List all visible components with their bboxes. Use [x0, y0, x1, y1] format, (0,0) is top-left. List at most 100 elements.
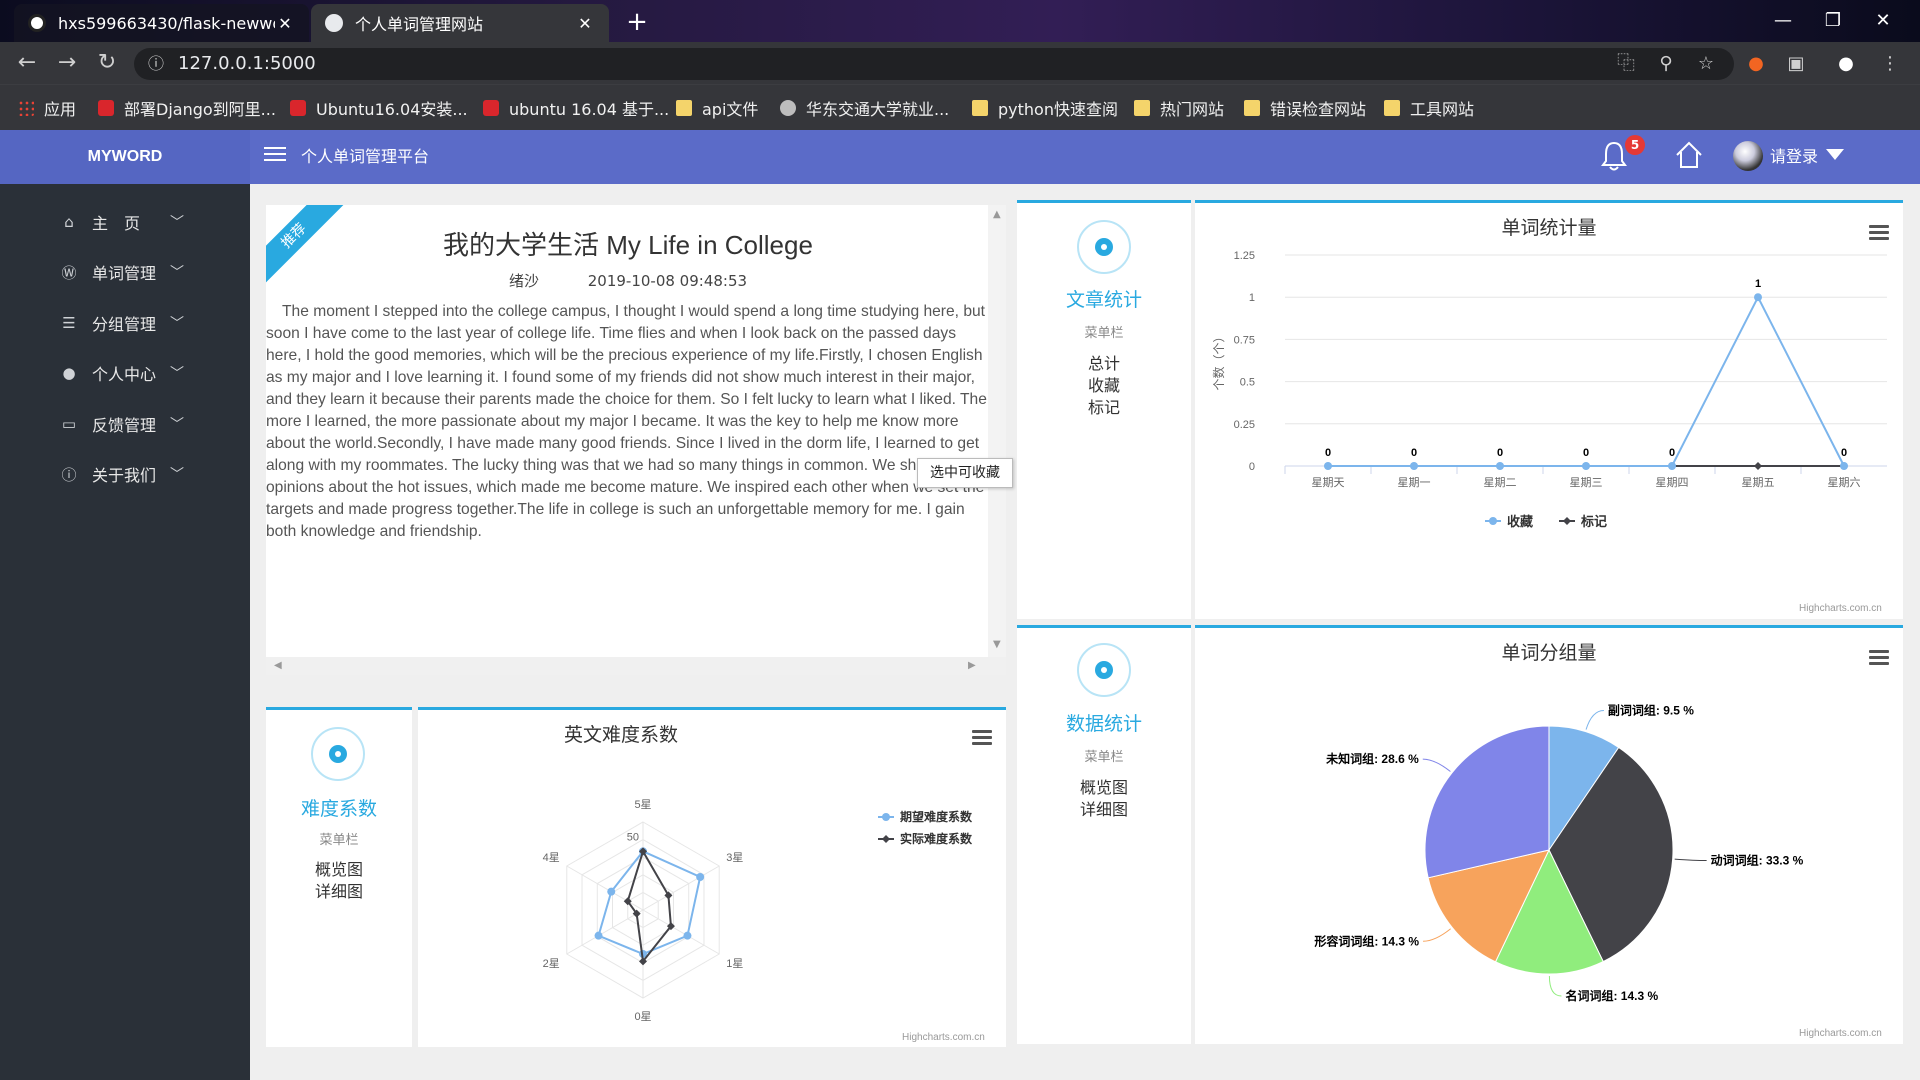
legend-symbol — [1489, 517, 1497, 525]
address-bar[interactable] — [134, 48, 1734, 80]
chevron-down-icon: ﹀ — [170, 265, 184, 281]
minimize-icon[interactable]: — — [1760, 6, 1806, 36]
home-icon[interactable] — [1673, 139, 1705, 171]
sidebar-item-words[interactable]: Ⓦ 单词管理 ﹀ — [0, 252, 250, 292]
link-total[interactable]: 总计 — [1017, 350, 1191, 374]
back-icon[interactable]: ← — [12, 48, 42, 78]
line-chart-card: 单词统计量 0 0.25 0.5 0.75 1 1.25 个数（个） 星期天 星期一 星期二 星期三… — [1195, 200, 1903, 619]
zoom-icon[interactable]: ⚲ — [1652, 50, 1680, 78]
bookmark-folder[interactable]: api文件 — [676, 85, 758, 131]
close-window-icon[interactable]: ✕ — [1860, 6, 1906, 36]
data-point — [1496, 462, 1504, 470]
close-tab-icon[interactable]: ✕ — [575, 14, 595, 33]
radial-tick-label: 50 — [627, 832, 639, 844]
extension-icon[interactable]: ● — [1742, 50, 1770, 78]
chart-credits[interactable]: Highcharts.com.cn — [1799, 1028, 1882, 1039]
bookmark-label: ubuntu 16.04 基于... — [509, 100, 670, 119]
reload-icon[interactable]: ↻ — [92, 48, 122, 78]
pie-label: 名词词组: 14.3 % — [1565, 988, 1658, 1003]
avatar[interactable] — [1733, 141, 1763, 171]
pie-chart: 副词词组: 9.5 % 动词词组: 33.3 % 名词词组: 14.3 % 形容词词组… — [1314, 702, 1803, 1003]
article-body[interactable]: The moment I stepped into the college ca… — [266, 301, 988, 543]
link-detail[interactable]: 详细图 — [1017, 796, 1191, 820]
bookmark-item[interactable]: 部署Django到阿里... — [98, 85, 276, 131]
scroll-right-icon[interactable]: ▶ — [968, 660, 976, 671]
x-tick-label: 星期五 — [1742, 476, 1775, 489]
radar-chart: 5星 3星 1星 0星 2星 4星 50 期望难度系数实际难度系数 — [543, 798, 973, 1023]
word-icon: Ⓦ — [61, 263, 77, 282]
restore-icon[interactable]: ❐ — [1810, 6, 1856, 36]
bookmark-folder[interactable]: 错误检查网站 — [1244, 85, 1366, 131]
extension-icon-2[interactable]: ▣ — [1782, 50, 1810, 78]
menu-dots-icon[interactable]: ⋮ — [1876, 50, 1904, 78]
bookmark-label: 热门网站 — [1160, 100, 1225, 119]
bookmark-folder[interactable]: python快速查阅 — [972, 85, 1118, 131]
login-link[interactable]: 请登录 — [1770, 130, 1818, 184]
pie-chart-card: 单词分组量 副词词组: 9.5 % 动词词组: 33.3 % 名词词组: 14.3 … — [1195, 625, 1903, 1044]
bookmark-folder[interactable]: 热门网站 — [1134, 85, 1224, 131]
horizontal-scrollbar[interactable]: ◀ ▶ — [266, 657, 1006, 675]
bookmark-star-icon[interactable]: ☆ — [1692, 50, 1720, 78]
profile-icon[interactable]: ● — [1832, 50, 1860, 78]
legend-label: 收藏 — [1507, 514, 1533, 529]
data-point — [594, 931, 603, 940]
browser-tab-current[interactable]: 个人单词管理网站 ✕ — [311, 4, 609, 42]
browser-tab-github[interactable]: hxs599663430/flask-newword ✕ — [14, 4, 309, 42]
brand-logo[interactable]: MYWORD — [0, 130, 250, 184]
legend-symbol — [1563, 517, 1571, 525]
chart-credits[interactable]: Highcharts.com.cn — [1799, 603, 1882, 614]
pie-label: 形容词词组: 14.3 % — [1314, 933, 1419, 948]
card-title[interactable]: 数据统计 — [1017, 709, 1191, 736]
bookmark-folder[interactable]: 工具网站 — [1384, 85, 1474, 131]
sidebar-item-profile[interactable]: ● 个人中心 ﹀ — [0, 353, 250, 393]
sidebar-item-feedback[interactable]: ▭ 反馈管理 ﹀ — [0, 404, 250, 444]
scroll-down-icon[interactable]: ▼ — [993, 639, 1001, 650]
tab-title: hxs599663430/flask-newword — [58, 13, 275, 33]
sidebar-item-groups[interactable]: ☰ 分组管理 ﹀ — [0, 303, 250, 343]
bookmark-item[interactable]: 华东交通大学就业... — [780, 85, 949, 131]
sidebar-item-label: 个人中心 — [92, 365, 157, 384]
forward-icon[interactable]: → — [52, 48, 82, 78]
legend-label: 期望难度系数 — [900, 809, 973, 824]
article-title: 我的大学生活 My Life in College — [443, 230, 813, 260]
hamburger-menu-icon[interactable] — [264, 143, 286, 165]
label-connector — [1423, 928, 1451, 942]
pie-label: 未知词组: 28.6 % — [1325, 751, 1419, 766]
notification-badge: 5 — [1625, 135, 1645, 155]
url-text[interactable]: 127.0.0.1:5000 — [178, 48, 316, 80]
data-point — [683, 931, 692, 940]
bookmark-label: 应用 — [44, 100, 77, 119]
folder-icon — [972, 100, 988, 116]
sidebar-item-home[interactable]: ⌂ 主 页 ﹀ — [0, 202, 250, 242]
vertical-scrollbar[interactable]: ▲ ▼ — [988, 205, 1006, 675]
sidebar-item-about[interactable]: ⓘ 关于我们 ﹀ — [0, 454, 250, 494]
csdn-icon — [483, 100, 499, 116]
bookmark-item[interactable]: Ubuntu16.04安装... — [290, 85, 468, 131]
x-tick-label: 星期六 — [1828, 476, 1861, 489]
data-point — [1324, 462, 1332, 470]
chart-credits[interactable]: Highcharts.com.cn — [902, 1032, 985, 1043]
link-overview[interactable]: 概览图 — [1017, 774, 1191, 798]
link-detail[interactable]: 详细图 — [266, 878, 412, 902]
data-point — [1754, 462, 1762, 470]
bookmark-label: api文件 — [702, 100, 759, 119]
card-title[interactable]: 难度系数 — [266, 794, 412, 821]
info-icon[interactable]: ⓘ — [142, 50, 170, 78]
link-marks[interactable]: 标记 — [1017, 394, 1191, 418]
translate-icon[interactable]: ⿻ — [1612, 50, 1640, 78]
new-tab-button[interactable]: + — [622, 8, 652, 38]
chevron-down-icon[interactable] — [1826, 149, 1844, 160]
scroll-up-icon[interactable]: ▲ — [993, 209, 1001, 220]
scroll-left-icon[interactable]: ◀ — [274, 660, 282, 671]
bookmark-apps[interactable]: 应用 — [18, 85, 76, 131]
card-title[interactable]: 文章统计 — [1017, 285, 1191, 312]
link-overview[interactable]: 概览图 — [266, 856, 412, 880]
data-point — [1840, 462, 1848, 470]
bookmark-item[interactable]: ubuntu 16.04 基于... — [483, 85, 669, 131]
article-card: 推荐 我的大学生活 My Life in College 绪沙 2019-10-… — [266, 205, 1006, 675]
close-tab-icon[interactable]: ✕ — [275, 14, 295, 33]
tooltip-favorite[interactable]: 选中可收藏 — [917, 458, 1013, 488]
link-favorites[interactable]: 收藏 — [1017, 372, 1191, 396]
chevron-down-icon: ﹀ — [170, 316, 184, 332]
folder-icon — [1134, 100, 1150, 116]
